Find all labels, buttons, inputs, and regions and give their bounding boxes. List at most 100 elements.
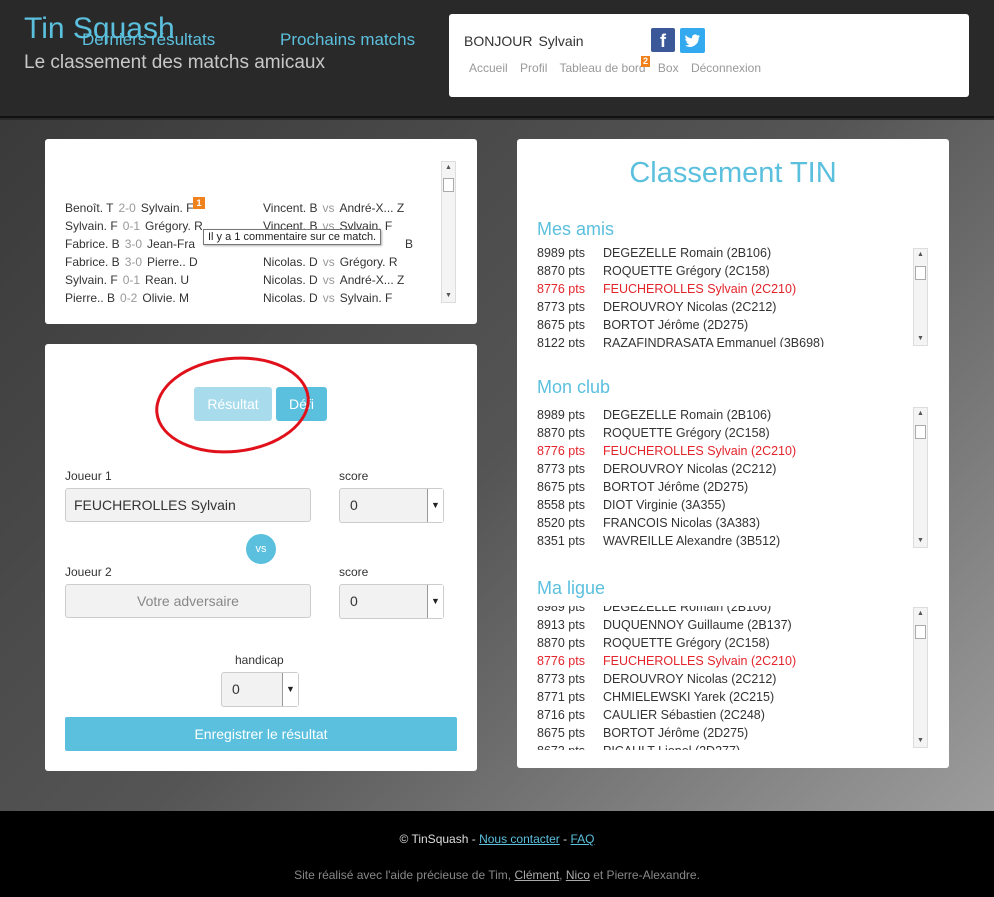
chevron-down-icon[interactable]: ▼ bbox=[427, 585, 443, 618]
scroll-down-icon[interactable]: ▼ bbox=[914, 333, 927, 345]
ranking-row[interactable]: 8716 pts CAULIER Sébastien (2C248) bbox=[537, 706, 929, 724]
scroll-down-icon[interactable]: ▼ bbox=[914, 735, 927, 747]
ranking-row[interactable]: 8870 pts ROQUETTE Grégory (2C158) bbox=[537, 634, 929, 652]
ranking-row[interactable]: 8351 pts WAVREILLE Alexandre (3B512) bbox=[537, 532, 929, 550]
ranking-row[interactable]: 8776 pts FEUCHEROLLES Sylvain (2C210) bbox=[537, 442, 929, 460]
credit-nico-link[interactable]: Nico bbox=[566, 868, 590, 882]
ranking-points: 8771 pts bbox=[537, 690, 585, 704]
ranking-row[interactable]: 8673 ptsPICAULT Lionel (2D277) bbox=[537, 742, 929, 750]
scroll-up-icon[interactable]: ▲ bbox=[442, 162, 455, 174]
scroll-up-icon[interactable]: ▲ bbox=[914, 408, 927, 420]
ranking-player: RAZAFINDRASATA Emmanuel (3B698) bbox=[603, 336, 825, 347]
last-result-row[interactable]: Sylvain. F 0-1 Grégory. R bbox=[65, 217, 203, 235]
scroll-thumb[interactable] bbox=[443, 178, 454, 192]
twitter-icon[interactable] bbox=[680, 28, 705, 53]
player-name: Grégory. R bbox=[145, 219, 203, 233]
ranking-row[interactable]: 8675 pts BORTOT Jérôme (2D275) bbox=[537, 316, 929, 334]
ranking-row[interactable]: 8773 pts DEROUVROY Nicolas (2C212) bbox=[537, 460, 929, 478]
player2-field[interactable]: Votre adversaire bbox=[65, 584, 311, 618]
ranking-row[interactable]: 8773 pts DEROUVROY Nicolas (2C212) bbox=[537, 298, 929, 316]
ranking-row[interactable]: 8675 pts BORTOT Jérôme (2D275) bbox=[537, 478, 929, 496]
player1-field[interactable]: FEUCHEROLLES Sylvain bbox=[65, 488, 311, 522]
ranking-player: FEUCHEROLLES Sylvain (2C210) bbox=[603, 282, 797, 296]
scroll-thumb[interactable] bbox=[915, 625, 926, 639]
scroll-down-icon[interactable]: ▼ bbox=[914, 535, 927, 547]
last-result-row[interactable]: Fabrice. B 3-0 Jean-Fra bbox=[65, 235, 195, 253]
ranking-row[interactable]: 8989 pts DEGEZELLE Romain (2B106) bbox=[537, 606, 929, 616]
facebook-icon[interactable]: f bbox=[651, 28, 675, 52]
player1-label: Joueur 1 bbox=[65, 469, 112, 483]
score1-label: score bbox=[339, 469, 369, 483]
next-match-row[interactable]: Nicolas. D vs Sylvain. F bbox=[263, 289, 392, 307]
chevron-down-icon[interactable]: ▼ bbox=[427, 489, 443, 522]
ranking-row[interactable]: 8773 pts DEROUVROY Nicolas (2C212) bbox=[537, 670, 929, 688]
league-scrollbar[interactable]: ▲ ▼ bbox=[913, 607, 928, 748]
ranking-row[interactable]: 8771 pts CHMIELEWSKI Yarek (2C215) bbox=[537, 688, 929, 706]
ranking-row[interactable]: 8776 pts FEUCHEROLLES Sylvain (2C210) bbox=[537, 280, 929, 298]
next-match-row[interactable]: B bbox=[395, 235, 413, 253]
credit-clement-link[interactable]: Clément bbox=[514, 868, 559, 882]
chevron-down-icon[interactable]: ▼ bbox=[282, 673, 298, 706]
ranking-row[interactable]: 8870 pts ROQUETTE Grégory (2C158) bbox=[537, 424, 929, 442]
ranking-row[interactable]: 8675 pts BORTOT Jérôme (2D275) bbox=[537, 724, 929, 742]
faq-link[interactable]: FAQ bbox=[570, 832, 594, 846]
player-name: Nicolas. D bbox=[263, 273, 318, 287]
ranking-row[interactable]: 8520 pts FRANCOIS Nicolas (3A383) bbox=[537, 514, 929, 532]
scroll-up-icon[interactable]: ▲ bbox=[914, 249, 927, 261]
ranking-points: 8773 pts bbox=[537, 462, 585, 476]
friends-scrollbar[interactable]: ▲ ▼ bbox=[913, 248, 928, 346]
nav-accueil[interactable]: Accueil bbox=[469, 61, 508, 75]
player-name: Fabrice. B bbox=[65, 237, 120, 251]
player-name: Pierre.. B bbox=[65, 291, 116, 305]
vs-badge: vs bbox=[246, 534, 276, 564]
score1-select[interactable]: 0 ▼ bbox=[339, 488, 444, 523]
comment-badge[interactable]: 1 bbox=[193, 197, 205, 209]
ranking-player: BORTOT Jérôme (2D275) bbox=[603, 726, 749, 740]
match-score: 3-0 bbox=[124, 255, 143, 269]
scroll-up-icon[interactable]: ▲ bbox=[914, 608, 927, 620]
contact-link[interactable]: Nous contacter bbox=[479, 832, 560, 846]
last-result-row[interactable]: Sylvain. F 0-1 Rean. U bbox=[65, 271, 189, 289]
score1-value: 0 bbox=[350, 497, 358, 513]
ranking-points: 8870 pts bbox=[537, 636, 585, 650]
club-scrollbar[interactable]: ▲ ▼ bbox=[913, 407, 928, 548]
last-result-row[interactable]: Fabrice. B 3-0 Pierre.. D bbox=[65, 253, 198, 271]
ranking-row[interactable]: 8989 pts DEGEZELLE Romain (2B106) bbox=[537, 245, 929, 262]
next-match-row[interactable]: Nicolas. D vs Grégory. R bbox=[263, 253, 397, 271]
next-match-row[interactable]: Nicolas. D vs André-X... Z bbox=[263, 271, 404, 289]
score2-select[interactable]: 0 ▼ bbox=[339, 584, 444, 619]
ranking-row[interactable]: 8913 pts DUQUENNOY Guillaume (2B137) bbox=[537, 616, 929, 634]
ranking-points: 8989 pts bbox=[537, 606, 585, 614]
vs-label: vs bbox=[322, 201, 335, 215]
friends-list[interactable]: 8989 pts DEGEZELLE Romain (2B106) 8870 pts… bbox=[537, 245, 929, 347]
last-result-row[interactable]: Pierre.. B 0-2 Olivie. M bbox=[65, 289, 189, 307]
user-name: Sylvain bbox=[538, 33, 584, 49]
ranking-row[interactable]: 8989 pts DEGEZELLE Romain (2B106) bbox=[537, 406, 929, 424]
site-footer: © TinSquash - Nous contacter - FAQ Site … bbox=[0, 811, 994, 897]
save-result-button[interactable]: Enregistrer le résultat bbox=[65, 717, 457, 751]
handicap-select[interactable]: 0 ▼ bbox=[221, 672, 299, 707]
club-list[interactable]: 8989 pts DEGEZELLE Romain (2B106) 8870 pts… bbox=[537, 406, 929, 550]
scroll-thumb[interactable] bbox=[915, 266, 926, 280]
ranking-points: 8520 pts bbox=[537, 516, 585, 530]
nav-deconnexion[interactable]: Déconnexion bbox=[691, 61, 761, 75]
ranking-player: PICAULT Lionel (2D277) bbox=[603, 744, 740, 750]
league-list[interactable]: 8989 pts DEGEZELLE Romain (2B106) 8913 pts… bbox=[537, 606, 929, 750]
nav-box[interactable]: Box bbox=[658, 61, 679, 75]
last-result-row[interactable]: Benoît. T 2-0 Sylvain. F bbox=[65, 199, 194, 217]
ranking-row[interactable]: 8558 pts DIOT Virginie (3A355) bbox=[537, 496, 929, 514]
results-scrollbar[interactable]: ▲ ▼ bbox=[441, 161, 456, 303]
player-name: B bbox=[405, 237, 414, 251]
ranking-player: FRANCOIS Nicolas (3A383) bbox=[603, 516, 760, 530]
ranking-player: DEGEZELLE Romain (2B106) bbox=[603, 606, 772, 614]
ranking-points: 8773 pts bbox=[537, 672, 585, 686]
ranking-points: 8673 pts bbox=[537, 742, 603, 750]
nav-tableau-de-bord[interactable]: Tableau de bord bbox=[560, 61, 646, 75]
scroll-thumb[interactable] bbox=[915, 425, 926, 439]
ranking-row[interactable]: 8122 pts RAZAFINDRASATA Emmanuel (3B698) bbox=[537, 334, 929, 347]
ranking-row[interactable]: 8870 pts ROQUETTE Grégory (2C158) bbox=[537, 262, 929, 280]
scroll-down-icon[interactable]: ▼ bbox=[442, 290, 455, 302]
next-match-row[interactable]: Vincent. B vs André-X... Z bbox=[263, 199, 404, 217]
ranking-row[interactable]: 8776 pts FEUCHEROLLES Sylvain (2C210) bbox=[537, 652, 929, 670]
nav-profil[interactable]: Profil bbox=[520, 61, 547, 75]
